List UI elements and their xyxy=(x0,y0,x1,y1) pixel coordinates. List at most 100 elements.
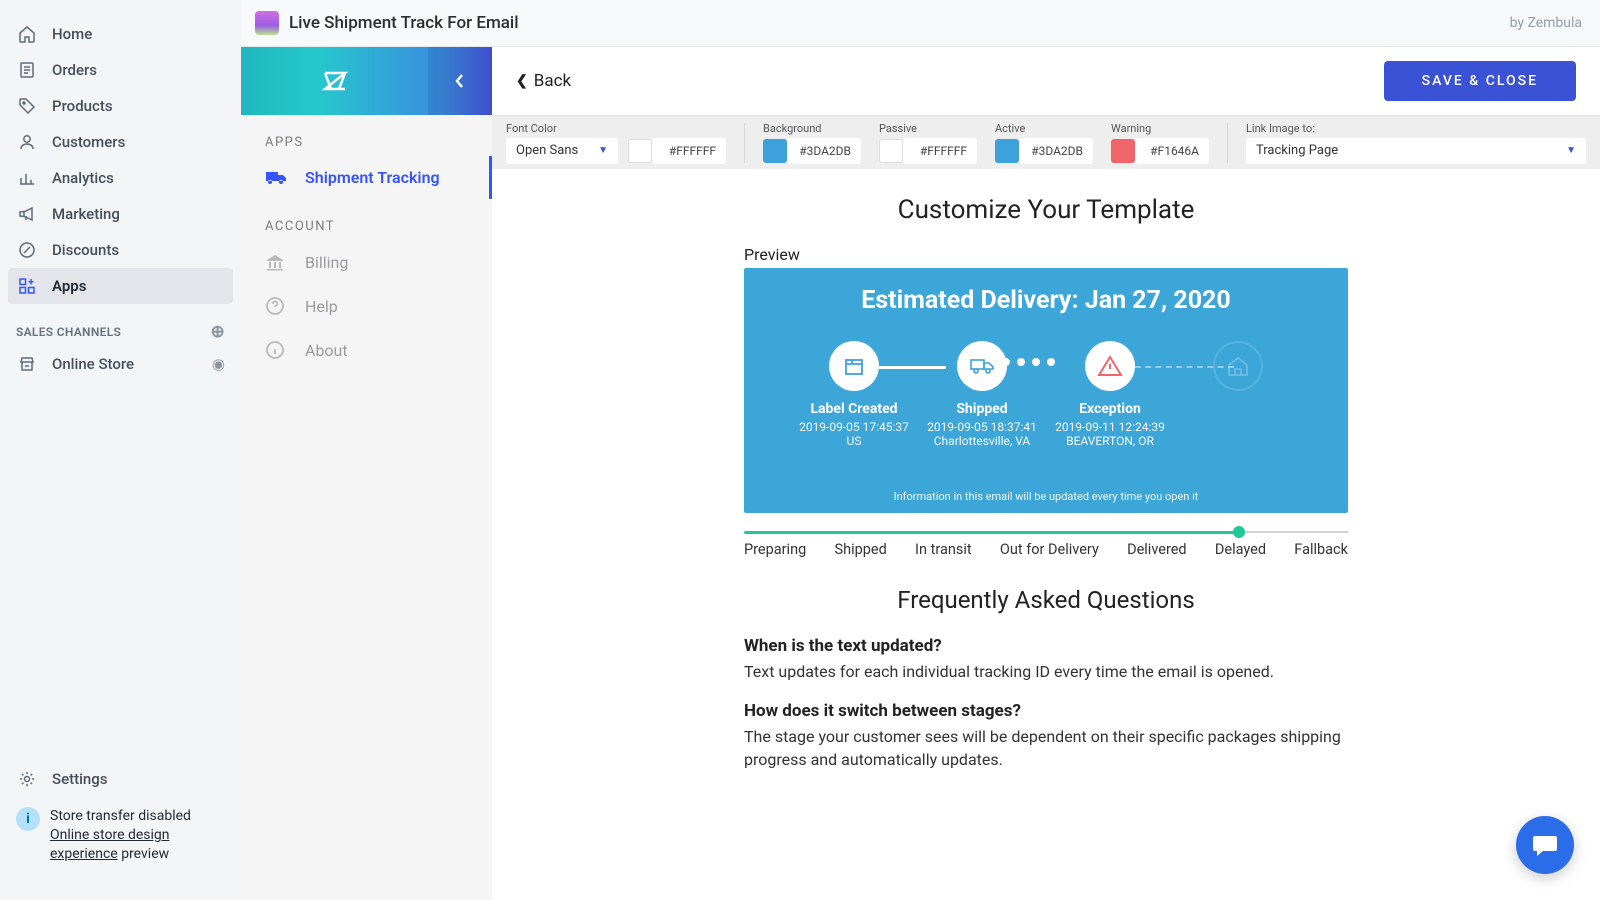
stage-labels-row: Preparing Shipped In transit Out for Del… xyxy=(744,541,1348,558)
font-select[interactable]: Open Sans▼ xyxy=(506,138,618,164)
chevron-down-icon: ▼ xyxy=(598,145,608,156)
sidebar-about[interactable]: About xyxy=(241,328,492,372)
background-label: Background xyxy=(763,122,861,135)
stage-home xyxy=(1174,341,1302,401)
nav-marketing-label: Marketing xyxy=(52,205,120,223)
faq-question: How does it switch between stages? xyxy=(744,701,1348,721)
save-close-button[interactable]: SAVE & CLOSE xyxy=(1384,61,1576,101)
nav-online-store[interactable]: Online Store ◉ xyxy=(0,346,241,382)
customize-title: Customize Your Template xyxy=(492,169,1600,245)
admin-sidebar: Home Orders Products Customers Analytics… xyxy=(0,0,241,900)
shipment-tracking-label: Shipment Tracking xyxy=(305,168,440,187)
stage-label-out[interactable]: Out for Delivery xyxy=(1000,541,1099,558)
faq-answer: Text updates for each individual trackin… xyxy=(744,660,1348,683)
alert-title: Store transfer disabled xyxy=(50,807,225,826)
nav-orders[interactable]: Orders xyxy=(0,52,241,88)
nav-analytics[interactable]: Analytics xyxy=(0,160,241,196)
warning-icon xyxy=(1085,341,1135,391)
analytics-icon xyxy=(16,167,38,189)
sidebar-help[interactable]: Help xyxy=(241,284,492,328)
stage-label-shipped[interactable]: Shipped xyxy=(835,541,887,558)
chat-widget[interactable] xyxy=(1516,816,1574,874)
gear-icon xyxy=(16,768,38,790)
stage-label-delivered[interactable]: Delivered xyxy=(1127,541,1187,558)
slider-thumb[interactable] xyxy=(1233,526,1245,538)
nav-discounts[interactable]: Discounts xyxy=(0,232,241,268)
app-title: Live Shipment Track For Email xyxy=(289,13,519,33)
stage-shipped: Shipped 2019-09-05 18:37:41 Charlottesvi… xyxy=(918,341,1046,448)
active-color-field[interactable]: #3DA2DB xyxy=(995,138,1093,164)
truck-icon xyxy=(265,169,287,187)
store-transfer-alert: i Store transfer disabled Online store d… xyxy=(12,797,229,874)
faq-title: Frequently Asked Questions xyxy=(744,586,1348,614)
nav-orders-label: Orders xyxy=(52,61,97,79)
info-circle-icon xyxy=(265,340,287,360)
apps-icon xyxy=(16,275,38,297)
nav-products[interactable]: Products xyxy=(0,88,241,124)
sidebar-shipment-tracking[interactable]: Shipment Tracking xyxy=(241,156,492,199)
topbar: Live Shipment Track For Email by Zembula xyxy=(241,0,1600,47)
nav-products-label: Products xyxy=(52,97,113,115)
stage-slider[interactable] xyxy=(744,527,1348,537)
background-color-field[interactable]: #3DA2DB xyxy=(763,138,861,164)
nav-apps-label: Apps xyxy=(52,277,86,295)
tag-icon xyxy=(16,95,38,117)
about-label: About xyxy=(305,341,348,360)
sidebar-billing[interactable]: Billing xyxy=(241,240,492,284)
app-icon xyxy=(255,11,279,35)
active-label: Active xyxy=(995,122,1093,135)
billing-label: Billing xyxy=(305,253,348,272)
nav-customers-label: Customers xyxy=(52,133,125,151)
warning-color-field[interactable]: #F1646A xyxy=(1111,138,1209,164)
nav-apps[interactable]: Apps xyxy=(8,268,233,304)
collapse-sidebar-button[interactable] xyxy=(428,47,492,115)
help-icon xyxy=(265,296,287,316)
passive-label: Passive xyxy=(879,122,977,135)
nav-discounts-label: Discounts xyxy=(52,241,119,259)
alert-suffix: preview xyxy=(118,846,169,862)
link-image-label: Link Image to: xyxy=(1246,122,1586,135)
stage-label-fallback[interactable]: Fallback xyxy=(1294,541,1348,558)
nav-settings-label: Settings xyxy=(52,770,108,788)
passive-color-field[interactable]: #FFFFFF xyxy=(879,138,977,164)
back-button[interactable]: ❮Back xyxy=(516,71,571,91)
nav-home-label: Home xyxy=(52,25,92,43)
font-color-label: Font Color xyxy=(506,122,726,135)
nav-customers[interactable]: Customers xyxy=(0,124,241,160)
stage-label-delayed[interactable]: Delayed xyxy=(1215,541,1266,558)
stage-label-preparing[interactable]: Preparing xyxy=(744,541,806,558)
orders-icon xyxy=(16,59,38,81)
template-toolbar: Font Color Open Sans▼ #FFFFFF Background… xyxy=(492,115,1600,169)
add-channel-icon[interactable]: ⊕ xyxy=(210,322,225,342)
megaphone-icon xyxy=(16,203,38,225)
stage-exception: Exception 2019-09-11 12:24:39 BEAVERTON,… xyxy=(1046,341,1174,448)
stage-label-in-transit[interactable]: In transit xyxy=(915,541,972,558)
box-icon xyxy=(829,341,879,391)
faq-question: When is the text updated? xyxy=(744,636,1348,656)
app-sidebar: APPS Shipment Tracking ACCOUNT Billing H… xyxy=(241,47,492,900)
preview-card: Estimated Delivery: Jan 27, 2020 Label C… xyxy=(744,268,1348,513)
chevron-down-icon: ▼ xyxy=(1566,145,1576,156)
store-icon xyxy=(16,353,38,375)
account-section-label: ACCOUNT xyxy=(241,199,492,240)
chevron-left-icon: ❮ xyxy=(516,73,528,89)
nav-online-store-label: Online Store xyxy=(52,355,134,373)
bank-icon xyxy=(265,252,287,272)
home-icon xyxy=(16,23,38,45)
discount-icon xyxy=(16,239,38,261)
estimated-delivery: Estimated Delivery: Jan 27, 2020 xyxy=(764,286,1328,315)
house-icon xyxy=(1213,341,1263,391)
preview-icon[interactable]: ◉ xyxy=(212,355,225,373)
font-color-field[interactable]: #FFFFFF xyxy=(628,138,726,164)
nav-settings[interactable]: Settings xyxy=(0,761,241,797)
user-icon xyxy=(16,131,38,153)
warning-label: Warning xyxy=(1111,122,1209,135)
preview-label: Preview xyxy=(744,245,1348,264)
info-icon: i xyxy=(16,807,40,831)
faq-answer: The stage your customer sees will be dep… xyxy=(744,725,1348,771)
nav-home[interactable]: Home xyxy=(0,16,241,52)
link-image-select[interactable]: Tracking Page▼ xyxy=(1246,138,1586,164)
zembula-logo-icon xyxy=(241,63,428,99)
stage-label-created: Label Created 2019-09-05 17:45:37 US xyxy=(790,341,918,448)
nav-marketing[interactable]: Marketing xyxy=(0,196,241,232)
